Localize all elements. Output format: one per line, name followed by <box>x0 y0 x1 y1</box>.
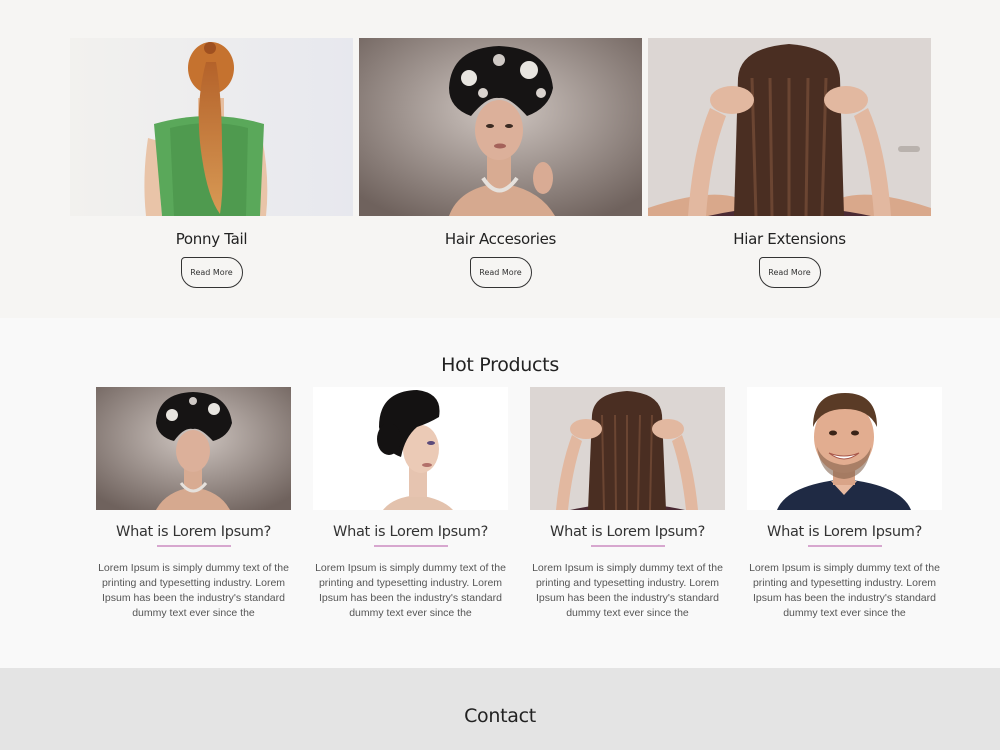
product-description: Lorem Ipsum is simply dummy text of the … <box>532 562 723 619</box>
service-title: Hair Accesories <box>444 230 557 248</box>
title-underline <box>807 545 882 547</box>
service-card-hair-extensions: Hiar Extensions Read More <box>648 38 931 288</box>
read-more-button[interactable]: Read More <box>180 257 243 288</box>
read-more-button[interactable]: Read More <box>758 257 821 288</box>
product-description: Lorem Ipsum is simply dummy text of the … <box>98 562 289 619</box>
section-title: Hot Products <box>441 354 559 376</box>
read-more-button[interactable]: Read More <box>469 257 532 288</box>
services-section: Ponny Tail Read More Hair Accesories Rea… <box>0 0 1000 318</box>
woman-hair-jewels-image <box>96 387 291 510</box>
product-title[interactable]: What is Lorem Ipsum? <box>747 524 942 540</box>
product-title[interactable]: What is Lorem Ipsum? <box>313 524 508 540</box>
service-card-hair-accessories: Hair Accesories Read More <box>359 38 642 288</box>
title-underline <box>373 545 448 547</box>
product-card: What is Lorem Ipsum? Lorem Ipsum is simp… <box>313 387 508 621</box>
hot-products-section: Hot Products What is Lorem Ipsum? Lorem … <box>0 318 1000 668</box>
product-description: Lorem Ipsum is simply dummy text of the … <box>749 562 940 619</box>
service-title: Ponny Tail <box>175 230 248 248</box>
contact-section: Contact <box>0 668 1000 750</box>
product-title[interactable]: What is Lorem Ipsum? <box>530 524 725 540</box>
ponytail-image <box>70 38 353 216</box>
product-card: What is Lorem Ipsum? Lorem Ipsum is simp… <box>530 387 725 621</box>
product-card: What is Lorem Ipsum? Lorem Ipsum is simp… <box>96 387 291 621</box>
product-description: Lorem Ipsum is simply dummy text of the … <box>315 562 506 619</box>
product-title[interactable]: What is Lorem Ipsum? <box>96 524 291 540</box>
product-card: What is Lorem Ipsum? Lorem Ipsum is simp… <box>747 387 942 621</box>
title-underline <box>156 545 231 547</box>
hair-extensions-image <box>648 38 931 216</box>
hair-accessories-image <box>359 38 642 216</box>
title-underline <box>590 545 665 547</box>
hair-extension-image <box>530 387 725 510</box>
smiling-man-image <box>747 387 942 510</box>
section-title: Contact <box>464 705 536 727</box>
service-title: Hiar Extensions <box>733 230 846 248</box>
woman-updo-image <box>313 387 508 510</box>
service-card-ponytail: Ponny Tail Read More <box>70 38 353 288</box>
